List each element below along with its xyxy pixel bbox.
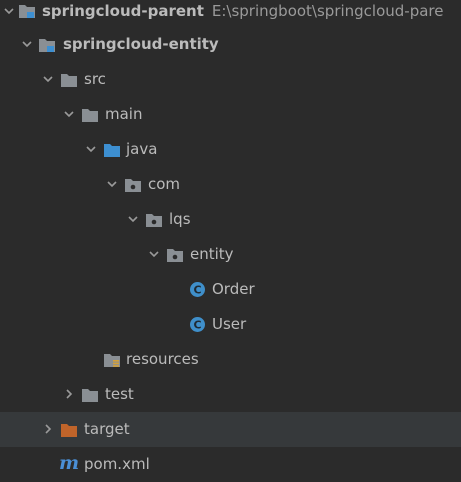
- package-label: lqs: [169, 210, 191, 228]
- tree-row-springcloud-parent[interactable]: springcloud-parent E:\springboot\springcl…: [0, 0, 461, 29]
- tree-row-springcloud-entity[interactable]: springcloud-entity: [0, 27, 461, 62]
- class-label: Order: [212, 280, 255, 298]
- class-icon: C: [188, 316, 206, 332]
- chevron-down-icon[interactable]: [20, 37, 34, 51]
- project-path: E:\springboot\springcloud-pare: [211, 2, 444, 20]
- package-icon: [166, 247, 184, 263]
- tree-row-java[interactable]: java: [0, 132, 461, 167]
- tree-row-user[interactable]: C User: [0, 307, 461, 342]
- folder-label: resources: [126, 350, 199, 368]
- module-folder-icon: [18, 3, 36, 19]
- tree-row-src[interactable]: src: [0, 62, 461, 97]
- chevron-down-icon[interactable]: [105, 177, 119, 191]
- svg-text:C: C: [193, 283, 201, 296]
- tree-row-entity[interactable]: entity: [0, 237, 461, 272]
- maven-icon: m: [58, 452, 80, 474]
- folder-icon: [81, 387, 99, 403]
- source-folder-icon: [103, 142, 121, 158]
- chevron-right-icon[interactable]: [62, 387, 76, 401]
- chevron-down-icon[interactable]: [147, 247, 161, 261]
- package-icon: [124, 177, 142, 193]
- class-label: User: [212, 315, 247, 333]
- package-label: com: [148, 175, 181, 193]
- folder-label: target: [84, 420, 130, 438]
- folder-label: main: [105, 105, 143, 123]
- folder-icon: [81, 107, 99, 123]
- tree-row-lqs[interactable]: lqs: [0, 202, 461, 237]
- chevron-down-icon[interactable]: [2, 4, 16, 18]
- chevron-down-icon[interactable]: [84, 142, 98, 156]
- chevron-right-icon[interactable]: [41, 422, 55, 436]
- project-name: springcloud-parent E:\springboot\springcl…: [42, 2, 444, 20]
- chevron-down-icon[interactable]: [41, 72, 55, 86]
- folder-icon: [60, 72, 78, 88]
- tree-row-resources[interactable]: resources: [0, 342, 461, 377]
- tree-row-main[interactable]: main: [0, 97, 461, 132]
- svg-text:C: C: [193, 318, 201, 331]
- project-tree: springcloud-parent E:\springboot\springcl…: [0, 0, 461, 477]
- tree-row-test[interactable]: test: [0, 377, 461, 412]
- tree-row-target[interactable]: target: [0, 412, 461, 447]
- resources-folder-icon: [103, 352, 121, 368]
- tree-row-order[interactable]: C Order: [0, 272, 461, 307]
- folder-label: src: [84, 70, 106, 88]
- excluded-folder-icon: [60, 422, 78, 438]
- chevron-down-icon[interactable]: [126, 212, 140, 226]
- package-icon: [145, 212, 163, 228]
- file-label: pom.xml: [84, 455, 150, 473]
- class-icon: C: [188, 281, 206, 297]
- tree-row-com[interactable]: com: [0, 167, 461, 202]
- package-label: entity: [190, 245, 234, 263]
- chevron-down-icon[interactable]: [62, 107, 76, 121]
- module-name: springcloud-entity: [63, 35, 219, 53]
- module-folder-icon: [38, 37, 56, 53]
- folder-label: test: [105, 385, 134, 403]
- folder-label: java: [126, 140, 158, 158]
